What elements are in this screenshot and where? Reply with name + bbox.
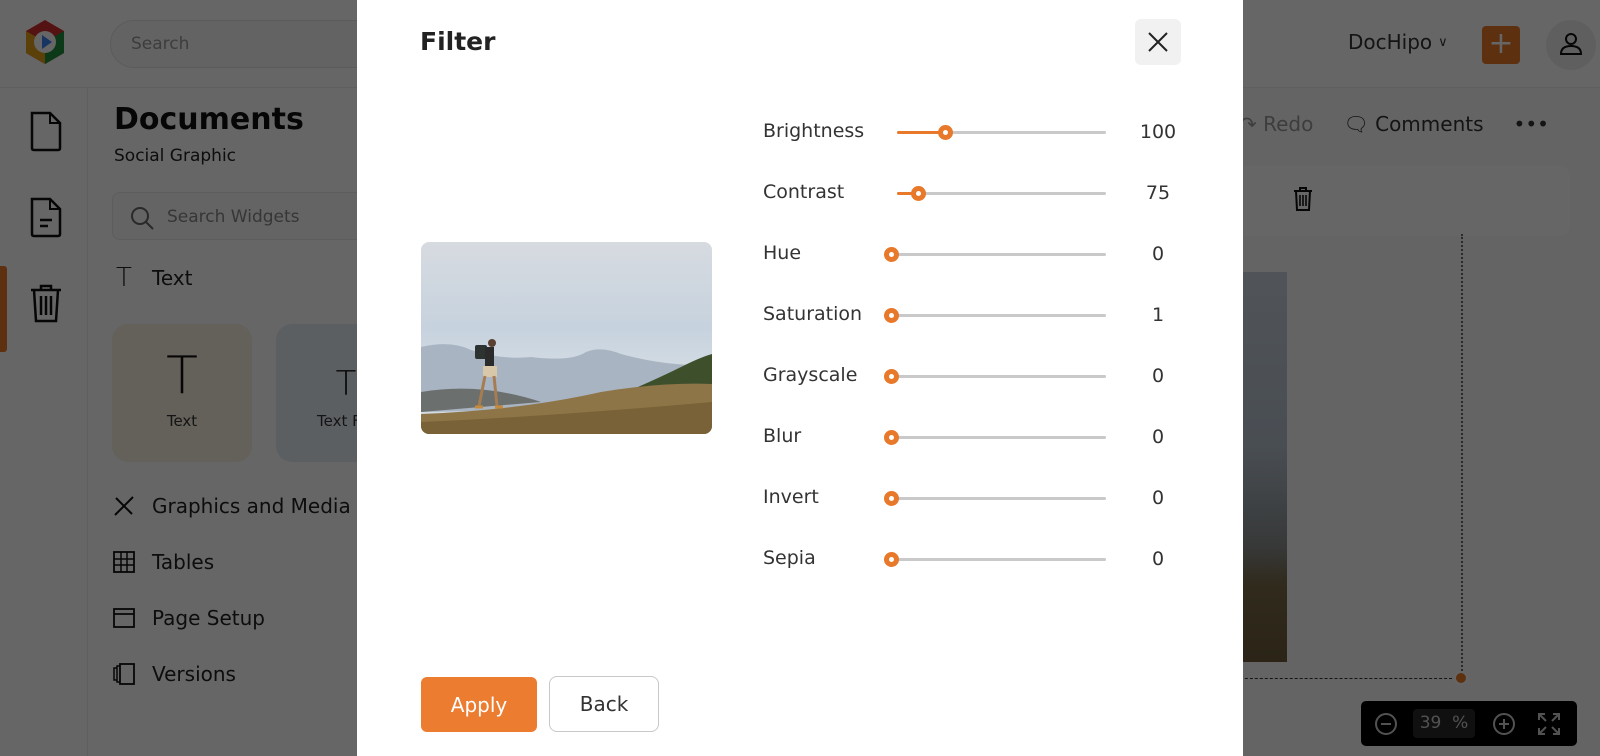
filter-label: Hue xyxy=(763,242,802,264)
saturation-slider[interactable] xyxy=(884,308,1106,323)
filter-value: 0 xyxy=(1151,365,1165,387)
brightness-slider[interactable] xyxy=(897,125,1106,140)
filter-value: 0 xyxy=(1151,426,1165,448)
grayscale-slider[interactable] xyxy=(884,369,1106,384)
close-icon xyxy=(1148,32,1168,52)
filter-row-blur: Blur 0 xyxy=(763,417,1193,457)
slider-thumb[interactable] xyxy=(910,186,926,201)
image-preview xyxy=(421,242,712,434)
slider-thumb[interactable] xyxy=(938,125,954,140)
hue-slider[interactable] xyxy=(884,247,1106,262)
filter-row-sepia: Sepia 0 xyxy=(763,539,1193,579)
filter-row-saturation: Saturation 1 xyxy=(763,295,1193,335)
filter-label: Saturation xyxy=(763,303,863,325)
filter-value: 0 xyxy=(1151,548,1165,570)
filter-row-brightness: Brightness 100 xyxy=(763,112,1193,152)
filter-label: Grayscale xyxy=(763,364,858,386)
blur-slider[interactable] xyxy=(884,430,1106,445)
slider-thumb[interactable] xyxy=(884,430,899,445)
close-button[interactable] xyxy=(1135,19,1181,65)
sepia-slider[interactable] xyxy=(884,552,1106,567)
filter-label: Contrast xyxy=(763,181,845,203)
filter-value: 100 xyxy=(1139,121,1177,143)
slider-thumb[interactable] xyxy=(884,247,899,262)
back-button[interactable]: Back xyxy=(549,676,659,732)
slider-thumb[interactable] xyxy=(884,491,899,506)
slider-thumb[interactable] xyxy=(884,369,899,384)
contrast-slider[interactable] xyxy=(897,186,1106,201)
filter-row-invert: Invert 0 xyxy=(763,478,1193,518)
filter-row-hue: Hue 0 xyxy=(763,234,1193,274)
slider-thumb[interactable] xyxy=(884,552,899,567)
filter-label: Invert xyxy=(763,486,819,508)
apply-button[interactable]: Apply xyxy=(421,677,537,732)
filter-value: 0 xyxy=(1151,487,1165,509)
filter-row-grayscale: Grayscale 0 xyxy=(763,356,1193,396)
filter-label: Sepia xyxy=(763,547,816,569)
slider-thumb[interactable] xyxy=(884,308,899,323)
filter-value: 0 xyxy=(1151,243,1165,265)
filter-value: 1 xyxy=(1151,304,1165,326)
filter-label: Blur xyxy=(763,425,802,447)
invert-slider[interactable] xyxy=(884,491,1106,506)
filter-row-contrast: Contrast 75 xyxy=(763,173,1193,213)
modal-title: Filter xyxy=(420,27,496,56)
filter-modal: Filter Brightness 100 Contrast 75 Hue 0 … xyxy=(357,0,1243,756)
hiker-photo xyxy=(421,242,712,434)
filter-label: Brightness xyxy=(763,120,865,142)
filter-value: 75 xyxy=(1145,182,1171,204)
